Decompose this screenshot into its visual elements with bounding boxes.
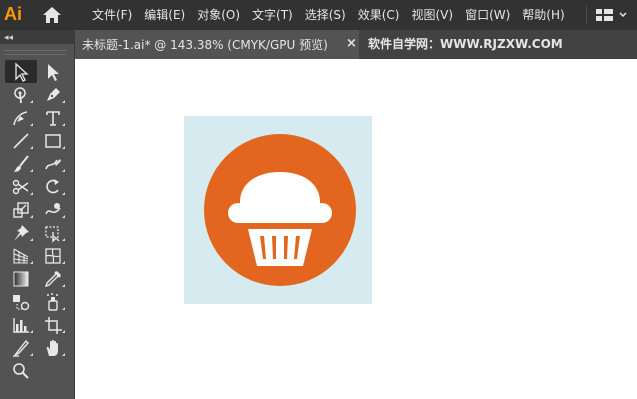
slice-icon bbox=[13, 339, 29, 357]
document-tab-bar: 未标题-1.ai* @ 143.38% (CMYK/GPU 预览) × 软件自学… bbox=[74, 30, 637, 59]
scale-tool[interactable] bbox=[5, 198, 37, 221]
paintbrush-tool[interactable] bbox=[5, 152, 37, 175]
blend-tool[interactable] bbox=[5, 290, 37, 313]
shaper-tool[interactable] bbox=[37, 152, 69, 175]
shaper-icon bbox=[45, 158, 61, 169]
workspace-switcher-button[interactable] bbox=[594, 6, 634, 24]
blend-icon bbox=[13, 294, 30, 310]
scale-icon bbox=[13, 201, 29, 218]
column-graph-tool[interactable] bbox=[5, 313, 37, 336]
menu-file[interactable]: 文件(F) bbox=[86, 0, 138, 30]
rectangle-tool[interactable] bbox=[37, 129, 69, 152]
perspective-grid-icon bbox=[13, 248, 29, 264]
symbol-sprayer-icon bbox=[47, 292, 58, 311]
slice-tool[interactable] bbox=[5, 336, 37, 359]
menu-object[interactable]: 对象(O) bbox=[191, 0, 246, 30]
pen-icon bbox=[47, 87, 60, 101]
menu-effect[interactable]: 效果(C) bbox=[352, 0, 406, 30]
cupcake-wrapper bbox=[248, 229, 312, 266]
warp-tool[interactable] bbox=[37, 198, 69, 221]
collapse-panel-icon[interactable]: ◂◂ bbox=[4, 30, 13, 44]
menu-bar: Ai 文件(F) 编辑(E) 对象(O) 文字(T) 选择(S) 效果(C) 视… bbox=[0, 0, 637, 30]
menu-edit[interactable]: 编辑(E) bbox=[138, 0, 191, 30]
tool-grid bbox=[5, 60, 69, 382]
close-tab-icon[interactable]: × bbox=[346, 36, 357, 51]
document-tab-title: 未标题-1.ai* @ 143.38% (CMYK/GPU 预览) bbox=[82, 38, 328, 52]
rotate-icon bbox=[46, 178, 59, 193]
mesh-icon bbox=[45, 247, 61, 264]
menu-view[interactable]: 视图(V) bbox=[405, 0, 459, 30]
gradient-icon bbox=[13, 271, 29, 286]
artboard-icon bbox=[45, 316, 62, 334]
selection-tool[interactable] bbox=[5, 60, 37, 83]
curvature-tool[interactable] bbox=[5, 106, 37, 129]
tools-panel: ◂◂ bbox=[0, 30, 74, 399]
symbol-sprayer-tool[interactable] bbox=[37, 290, 69, 313]
eyedropper-tool[interactable] bbox=[37, 267, 69, 290]
menu-type[interactable]: 文字(T) bbox=[246, 0, 299, 30]
home-icon bbox=[43, 7, 61, 23]
home-button[interactable] bbox=[40, 4, 64, 26]
mesh-tool[interactable] bbox=[37, 244, 69, 267]
menu-window[interactable]: 窗口(W) bbox=[459, 0, 516, 30]
document-tab[interactable]: 未标题-1.ai* @ 143.38% (CMYK/GPU 预览) × bbox=[74, 30, 359, 59]
paintbrush-icon bbox=[14, 154, 29, 172]
menu-select[interactable]: 选择(S) bbox=[299, 0, 352, 30]
warp-icon bbox=[45, 202, 61, 214]
rectangle-icon bbox=[45, 133, 61, 148]
gradient-tool[interactable] bbox=[5, 267, 37, 290]
column-graph-icon bbox=[13, 317, 29, 333]
eyedropper-icon bbox=[44, 270, 62, 287]
hand-tool[interactable] bbox=[37, 336, 69, 359]
panel-grip[interactable] bbox=[4, 50, 66, 55]
watermark-text: 软件自学网：WWW.RJZXW.COM bbox=[368, 37, 563, 51]
scissors-tool[interactable] bbox=[5, 175, 37, 198]
puppet-warp-tool[interactable] bbox=[5, 221, 37, 244]
selection-arrow-icon bbox=[15, 62, 29, 82]
rotate-tool[interactable] bbox=[37, 175, 69, 198]
perspective-grid-tool[interactable] bbox=[5, 244, 37, 267]
curvature-pen-icon bbox=[13, 110, 28, 125]
direct-selection-tool[interactable] bbox=[37, 60, 69, 83]
magic-wand-icon bbox=[14, 86, 26, 103]
workspace-grid-icon bbox=[596, 9, 627, 21]
direct-selection-arrow-icon bbox=[48, 63, 59, 81]
pen-tool[interactable] bbox=[37, 83, 69, 106]
line-segment-icon bbox=[13, 132, 29, 149]
scissors-icon bbox=[12, 179, 29, 194]
zoom-icon bbox=[13, 362, 29, 379]
menu-help[interactable]: 帮助(H) bbox=[516, 0, 570, 30]
tools-panel-header: ◂◂ bbox=[0, 30, 74, 44]
free-transform-icon bbox=[45, 225, 60, 243]
menu-divider bbox=[586, 6, 587, 24]
artboard-canvas[interactable] bbox=[75, 59, 637, 399]
hand-icon bbox=[46, 339, 58, 356]
free-transform-tool[interactable] bbox=[37, 221, 69, 244]
type-icon bbox=[46, 110, 60, 126]
menu-items: 文件(F) 编辑(E) 对象(O) 文字(T) 选择(S) 效果(C) 视图(V… bbox=[86, 0, 571, 30]
artboard-tool[interactable] bbox=[37, 313, 69, 336]
pin-icon bbox=[14, 224, 29, 241]
cupcake-icon-artwork[interactable] bbox=[184, 116, 372, 304]
zoom-tool[interactable] bbox=[5, 359, 37, 382]
line-segment-tool[interactable] bbox=[5, 129, 37, 152]
illustrator-logo: Ai bbox=[4, 4, 22, 24]
type-tool[interactable] bbox=[37, 106, 69, 129]
magic-wand-tool[interactable] bbox=[5, 83, 37, 106]
